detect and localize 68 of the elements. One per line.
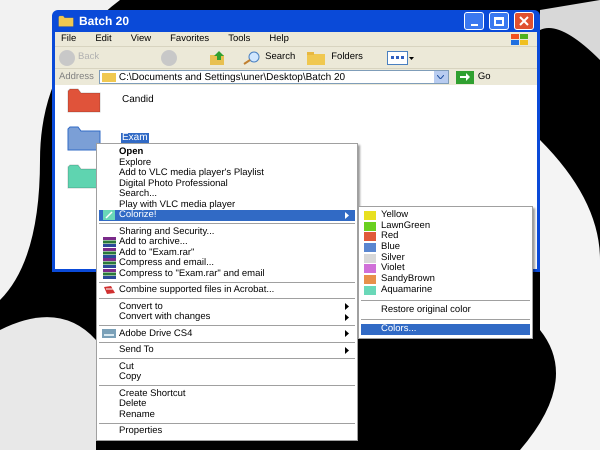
books-icon bbox=[102, 237, 116, 248]
context-menu-item[interactable]: Add to archive... bbox=[99, 237, 355, 248]
context-menu-item[interactable]: Search... bbox=[99, 189, 355, 200]
document-icon bbox=[102, 285, 116, 296]
folder-icon bbox=[102, 72, 116, 82]
context-menu-item[interactable]: Delete bbox=[99, 399, 355, 410]
context-menu-item[interactable]: Convert to bbox=[99, 302, 355, 312]
context-menu-item[interactable]: Cut bbox=[99, 362, 355, 372]
arrow-icon bbox=[460, 73, 470, 81]
context-menu-item[interactable]: Play with VLC media player bbox=[99, 200, 355, 210]
context-menu-item[interactable]: Colorize! bbox=[99, 210, 355, 220]
menu-bar-item[interactable]: Edit bbox=[95, 32, 112, 46]
context-menu-item[interactable]: Digital Photo Professional bbox=[99, 178, 355, 189]
books-icon bbox=[102, 258, 116, 268]
context-menu-item[interactable]: Send To bbox=[99, 345, 355, 356]
menu-bar-item[interactable]: File bbox=[61, 32, 76, 46]
color-menu-item[interactable]: Colors... bbox=[361, 324, 530, 335]
folder-name[interactable]: Exam bbox=[121, 133, 149, 143]
menu-bar-item[interactable]: Help bbox=[269, 32, 289, 46]
menu-bar-item[interactable]: Tools bbox=[228, 32, 250, 46]
menu-bar-item[interactable]: Favorites bbox=[170, 32, 210, 46]
context-menu-item[interactable]: Compress to "Exam.rar" and email bbox=[99, 268, 355, 279]
submenu-arrow-icon bbox=[345, 330, 349, 338]
window-title: Batch 20 bbox=[79, 13, 130, 30]
color-menu-item[interactable]: LawnGreen bbox=[361, 220, 530, 232]
submenu-arrow-icon bbox=[345, 212, 349, 219]
color-menu-item[interactable]: Restore original color bbox=[361, 304, 530, 316]
folder-name[interactable]: Candid bbox=[121, 95, 155, 105]
context-menu-item[interactable]: Sharing and Security... bbox=[99, 226, 355, 237]
close-icon bbox=[519, 16, 529, 26]
maximize-button[interactable] bbox=[489, 12, 509, 30]
context-menu-item[interactable]: Rename bbox=[99, 410, 355, 420]
go-button[interactable]: Go bbox=[456, 70, 491, 84]
context-menu-item[interactable]: Open bbox=[99, 147, 355, 158]
context-menu-item[interactable]: Adobe Drive CS4 bbox=[99, 328, 355, 339]
books-icon bbox=[102, 248, 116, 258]
color-menu-item[interactable]: Violet bbox=[361, 263, 530, 274]
context-menu-item[interactable]: Compress and email... bbox=[99, 258, 355, 268]
context-menu-item[interactable]: Properties bbox=[99, 426, 355, 436]
color-menu-item[interactable]: Blue bbox=[361, 242, 530, 253]
paint-icon bbox=[103, 210, 115, 220]
minimize-button[interactable] bbox=[464, 12, 484, 30]
color-menu-item[interactable]: SandyBrown bbox=[361, 274, 530, 285]
color-menu-item[interactable]: Red bbox=[361, 231, 530, 242]
context-menu-item[interactable]: Explore bbox=[99, 158, 355, 168]
views-icon[interactable] bbox=[386, 50, 415, 64]
context-menu-item[interactable]: Convert with changes bbox=[99, 312, 355, 322]
books-icon bbox=[102, 268, 116, 279]
close-button[interactable] bbox=[514, 12, 534, 30]
address-label: Address bbox=[59, 70, 94, 84]
folder-icon bbox=[58, 15, 74, 27]
context-menu-item[interactable]: Copy bbox=[99, 372, 355, 382]
search-button[interactable]: Search bbox=[243, 50, 296, 65]
context-menu-item[interactable]: Add to VLC media player's Playlist bbox=[99, 168, 355, 178]
context-menu-item[interactable]: Create Shortcut bbox=[99, 388, 355, 399]
search-icon bbox=[243, 50, 262, 64]
folders-icon bbox=[307, 50, 328, 64]
windows-logo-icon bbox=[509, 33, 531, 45]
menu-bar-item[interactable]: View bbox=[130, 32, 152, 46]
context-menu-item[interactable]: Add to "Exam.rar" bbox=[99, 248, 355, 258]
address-field[interactable]: C:\Documents and Settings\uner\Desktop\Batch 20 bbox=[98, 70, 449, 84]
color-menu-item[interactable]: Silver bbox=[361, 252, 530, 264]
folders-button[interactable]: Folders bbox=[307, 50, 363, 65]
color-menu-item[interactable]: Aquamarine bbox=[361, 284, 530, 296]
submenu-arrow-icon bbox=[345, 346, 349, 354]
color-menu-item[interactable]: Yellow bbox=[361, 210, 530, 221]
drive-icon bbox=[102, 329, 116, 338]
context-menu-item[interactable]: Combine supported files in Acrobat... bbox=[99, 285, 355, 296]
